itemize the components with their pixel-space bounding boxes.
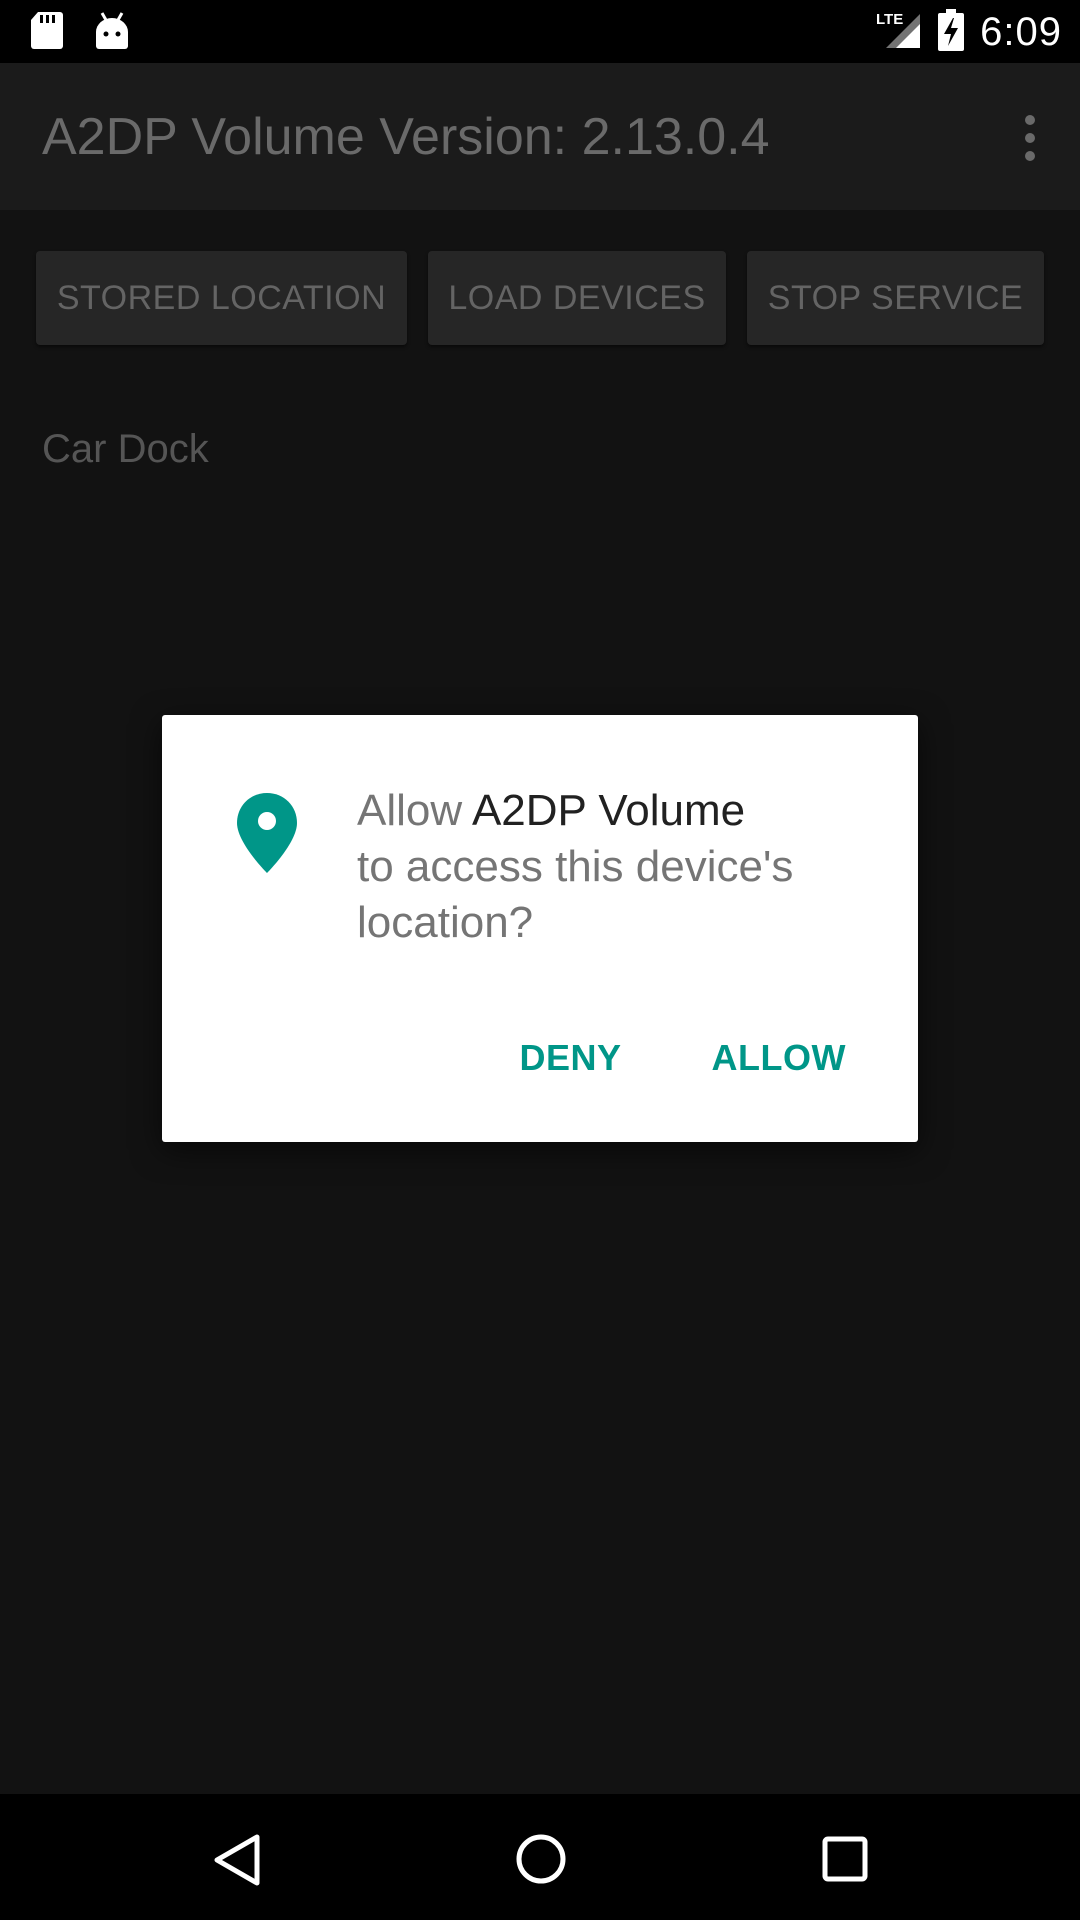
sd-card-icon	[30, 10, 64, 55]
stored-location-button[interactable]: STORED LOCATION	[36, 251, 407, 345]
back-icon[interactable]	[213, 1834, 263, 1891]
android-icon	[94, 10, 130, 55]
stop-service-button[interactable]: STOP SERVICE	[747, 251, 1044, 345]
status-bar: LTE 6:09	[0, 0, 1080, 63]
load-devices-button[interactable]: LOAD DEVICES	[428, 251, 726, 345]
deny-button[interactable]: DENY	[520, 1037, 622, 1079]
action-buttons: STORED LOCATION LOAD DEVICES STOP SERVIC…	[36, 251, 1044, 345]
recents-icon[interactable]	[822, 1836, 868, 1887]
dialog-actions: DENY ALLOW	[520, 1037, 847, 1079]
svg-text:LTE: LTE	[876, 11, 903, 28]
battery-charging-icon	[938, 8, 965, 56]
home-icon[interactable]	[515, 1833, 567, 1890]
navigation-bar	[0, 1794, 1080, 1920]
dialog-message-prefix: Allow	[357, 786, 472, 835]
app-bar: A2DP Volume Version: 2.13.0.4	[0, 63, 1080, 210]
dialog-message: Allow A2DP Volume to access this device's…	[357, 783, 877, 951]
dialog-message-rest: to access this device's location?	[357, 842, 794, 947]
allow-button[interactable]: ALLOW	[712, 1037, 846, 1079]
lte-signal-icon: LTE	[876, 10, 922, 55]
status-time: 6:09	[980, 9, 1062, 54]
dialog-app-name: A2DP Volume	[471, 786, 746, 835]
device-list-item[interactable]: Car Dock	[42, 427, 209, 472]
overflow-menu-icon[interactable]	[1020, 115, 1040, 161]
permission-dialog: Allow A2DP Volume to access this device's…	[162, 715, 918, 1142]
location-pin-icon	[237, 793, 297, 873]
app-title: A2DP Volume Version: 2.13.0.4	[42, 108, 770, 166]
